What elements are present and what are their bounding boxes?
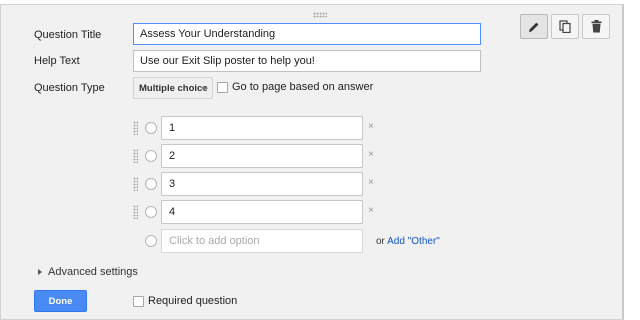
radio-icon	[145, 122, 157, 134]
help-text-input[interactable]: Use our Exit Slip poster to help you!	[133, 50, 481, 72]
drag-handle[interactable]	[313, 12, 327, 18]
remove-option-icon[interactable]: ×	[368, 149, 374, 160]
option-row: 1 ×	[0, 116, 400, 140]
question-title-label: Question Title	[34, 29, 102, 41]
advanced-settings-label: Advanced settings	[48, 266, 138, 278]
trash-icon	[591, 20, 601, 33]
add-option-input[interactable]: Click to add option	[161, 229, 363, 253]
drag-grip-icon[interactable]	[133, 149, 138, 163]
option-row: 3 ×	[0, 172, 400, 196]
option-row: 4 ×	[0, 200, 400, 224]
add-option-row: Click to add option	[0, 229, 400, 253]
duplicate-button[interactable]	[551, 14, 579, 39]
drag-grip-icon[interactable]	[133, 177, 138, 191]
add-other-link[interactable]: Add "Other"	[387, 236, 440, 247]
help-text-label: Help Text	[34, 55, 80, 67]
chevron-down-icon	[201, 87, 207, 91]
radio-icon	[145, 235, 157, 247]
edit-button[interactable]	[520, 14, 548, 39]
question-title-input[interactable]: Assess Your Understanding	[133, 23, 481, 45]
delete-button[interactable]	[582, 14, 610, 39]
or-label: or	[376, 236, 385, 247]
go-to-page-label: Go to page based on answer	[232, 81, 374, 93]
duplicate-icon	[559, 20, 571, 33]
radio-icon	[145, 206, 157, 218]
remove-option-icon[interactable]: ×	[368, 205, 374, 216]
expand-triangle-icon	[38, 269, 42, 275]
option-row: 2 ×	[0, 144, 400, 168]
advanced-settings-toggle[interactable]: Advanced settings	[38, 266, 138, 278]
done-button[interactable]: Done	[34, 290, 87, 312]
drag-grip-icon[interactable]	[133, 121, 138, 135]
add-other-text: or Add "Other"	[376, 236, 440, 247]
drag-grip-icon[interactable]	[133, 205, 138, 219]
pencil-icon	[529, 22, 539, 32]
radio-icon	[145, 178, 157, 190]
go-to-page-checkbox[interactable]	[217, 82, 228, 93]
required-question-label: Required question	[148, 295, 238, 307]
question-type-value: Multiple choice	[139, 82, 208, 94]
question-type-dropdown[interactable]: Multiple choice	[133, 77, 213, 99]
radio-icon	[145, 150, 157, 162]
option-input[interactable]: 1	[161, 116, 363, 140]
required-question-checkbox[interactable]	[133, 296, 144, 307]
option-input[interactable]: 4	[161, 200, 363, 224]
option-input[interactable]: 2	[161, 144, 363, 168]
remove-option-icon[interactable]: ×	[368, 177, 374, 188]
option-input[interactable]: 3	[161, 172, 363, 196]
question-type-label: Question Type	[34, 82, 105, 94]
remove-option-icon[interactable]: ×	[368, 121, 374, 132]
